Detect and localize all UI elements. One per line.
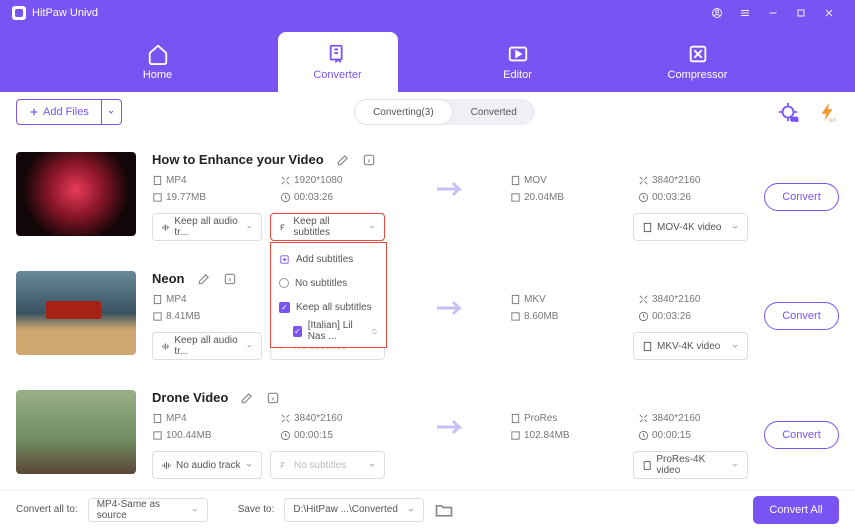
popup-add-subtitles[interactable]: Add subtitles [271, 247, 386, 271]
item-title: Neon [152, 271, 185, 286]
account-icon[interactable] [703, 3, 731, 23]
arrow-icon [390, 299, 510, 317]
svg-text:on: on [791, 116, 799, 123]
arrow-icon [390, 180, 510, 198]
convert-all-to-label: Convert all to: [16, 504, 78, 515]
item-title: How to Enhance your Video [152, 152, 324, 167]
info-icon[interactable] [266, 391, 280, 405]
plus-icon [29, 107, 39, 117]
checkbox-icon [279, 302, 290, 313]
turbo-icon[interactable]: on [817, 101, 839, 123]
toolbar: Add Files Converting(3) Converted on on [0, 92, 855, 132]
size-icon [152, 192, 163, 203]
audio-icon [161, 222, 170, 233]
nav-home[interactable]: Home [98, 32, 218, 92]
subtitle-dropdown[interactable]: Keep all subtitles Add subtitles No subt… [270, 213, 385, 241]
editor-icon [507, 43, 529, 65]
info-icon[interactable] [362, 153, 376, 167]
video-thumbnail[interactable] [16, 390, 136, 474]
file-item: Neon MP4 8.41MB 1920*1080 00:03:26 [16, 259, 839, 378]
convert-button[interactable]: Convert [764, 421, 839, 449]
video-thumbnail[interactable] [16, 271, 136, 355]
audio-dropdown[interactable]: Keep all audio tr... [152, 213, 262, 241]
chevron-down-icon [107, 108, 115, 116]
open-folder-icon[interactable] [434, 500, 454, 520]
nav-editor-label: Editor [503, 69, 532, 81]
refresh-icon [371, 327, 378, 336]
popup-sub-italian[interactable]: [Italian] Lil Nas ... [271, 319, 386, 343]
file-item: Drone Video MP4 100.44MB 3840*2160 00:00… [16, 378, 839, 490]
video-thumbnail[interactable] [16, 152, 136, 236]
compressor-icon [687, 43, 709, 65]
add-sub-icon [279, 254, 290, 265]
tab-converted[interactable]: Converted [453, 99, 535, 125]
output-format-dropdown[interactable]: MKV-4K video [633, 332, 748, 360]
item-title: Drone Video [152, 390, 228, 405]
maximize-button[interactable] [787, 3, 815, 23]
nav-compressor-label: Compressor [668, 69, 728, 81]
audio-dropdown[interactable]: No audio track [152, 451, 262, 479]
chevron-down-icon [368, 223, 376, 231]
convert-all-button[interactable]: Convert All [753, 496, 839, 524]
convert-button[interactable]: Convert [764, 183, 839, 211]
tab-converting[interactable]: Converting(3) [354, 99, 453, 125]
convert-button[interactable]: Convert [764, 302, 839, 330]
add-files-button[interactable]: Add Files [16, 99, 102, 125]
nav-editor[interactable]: Editor [458, 32, 578, 92]
save-to-label: Save to: [238, 504, 275, 515]
arrow-icon [390, 418, 510, 436]
popup-no-subtitles[interactable]: No subtitles [271, 271, 386, 295]
save-path-dropdown[interactable]: D:\HitPaw ...\Converted [284, 498, 424, 522]
edit-icon[interactable] [336, 153, 350, 167]
audio-dropdown[interactable]: Keep all audio tr... [152, 332, 262, 360]
status-tabs: Converting(3) Converted [354, 99, 535, 125]
output-format-dropdown[interactable]: ProRes-4K video [633, 451, 748, 479]
checkbox-icon [293, 326, 302, 337]
nav-compressor[interactable]: Compressor [638, 32, 758, 92]
svg-text:on: on [829, 117, 837, 123]
home-icon [147, 43, 169, 65]
main-nav: Home Converter Editor Compressor [0, 26, 855, 92]
edit-icon[interactable] [240, 391, 254, 405]
add-files-label: Add Files [43, 106, 89, 118]
close-button[interactable] [815, 3, 843, 23]
subtitle-popup: Add subtitles No subtitles Keep all subt… [270, 242, 387, 348]
app-logo [12, 6, 26, 20]
gpu-accel-icon[interactable]: on [777, 101, 799, 123]
titlebar: HitPaw Univd [0, 0, 855, 26]
converter-icon [327, 43, 349, 65]
info-icon[interactable] [223, 272, 237, 286]
popup-keep-all[interactable]: Keep all subtitles [271, 295, 386, 319]
file-icon [642, 222, 653, 233]
subtitle-icon [279, 222, 289, 233]
file-icon [152, 175, 163, 186]
footer: Convert all to: MP4-Same as source Save … [0, 490, 855, 528]
app-title: HitPaw Univd [32, 7, 98, 19]
global-format-dropdown[interactable]: MP4-Same as source [88, 498, 208, 522]
chevron-down-icon [731, 223, 739, 231]
nav-home-label: Home [143, 69, 172, 81]
edit-icon[interactable] [197, 272, 211, 286]
file-item: How to Enhance your Video MP4 19.77MB 19… [16, 140, 839, 259]
file-list: How to Enhance your Video MP4 19.77MB 19… [0, 132, 855, 490]
clock-icon [280, 192, 291, 203]
nav-converter-label: Converter [313, 69, 361, 81]
subtitle-dropdown[interactable]: No subtitles [270, 451, 385, 479]
output-format-dropdown[interactable]: MOV-4K video [633, 213, 748, 241]
chevron-down-icon [246, 223, 253, 231]
resolution-icon [280, 175, 291, 186]
menu-icon[interactable] [731, 3, 759, 23]
add-files-dropdown[interactable] [102, 99, 122, 125]
add-files-button-group: Add Files [16, 99, 122, 125]
radio-icon [279, 278, 289, 288]
nav-converter[interactable]: Converter [278, 32, 398, 92]
minimize-button[interactable] [759, 3, 787, 23]
